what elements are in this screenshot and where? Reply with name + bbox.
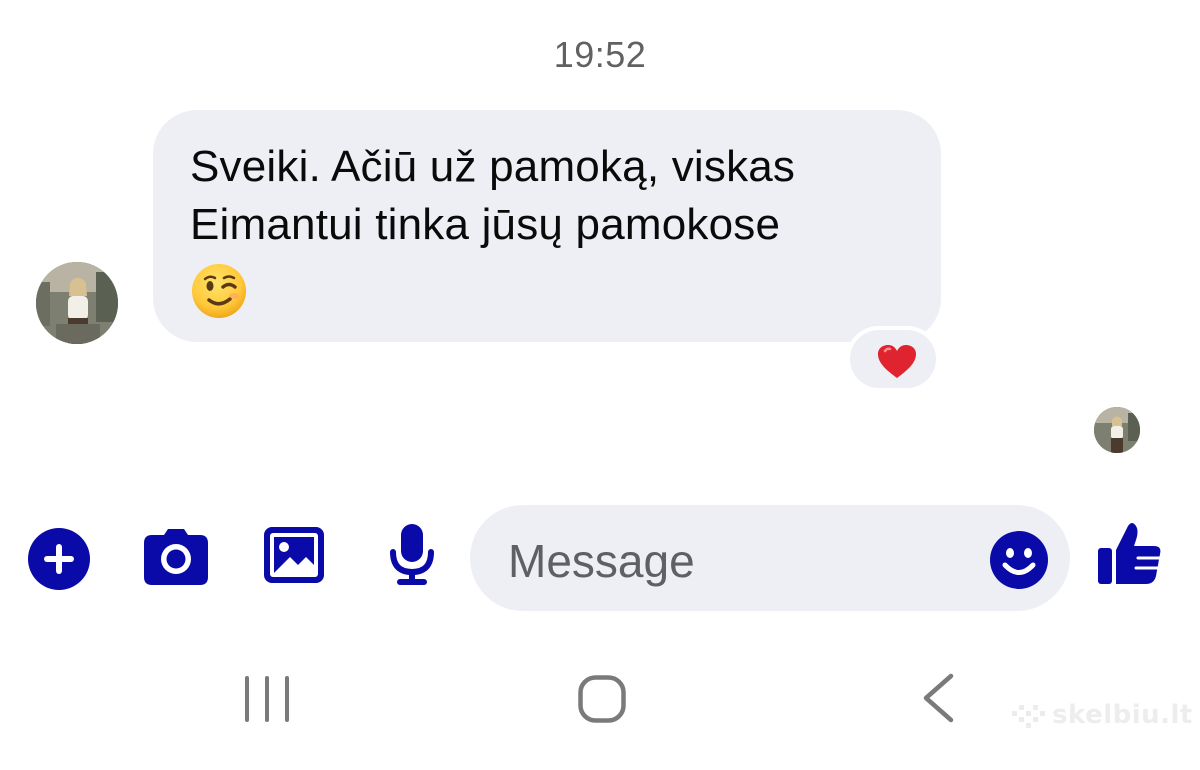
watermark: skelbiu.lt bbox=[1012, 700, 1193, 730]
plus-icon[interactable] bbox=[28, 528, 90, 590]
incoming-message-bubble[interactable]: Sveiki. Ačiū už pamoką, viskas Eimantui … bbox=[153, 110, 941, 342]
recents-icon bbox=[245, 676, 289, 722]
message-text: Sveiki. Ačiū už pamoką, viskas Eimantui … bbox=[190, 142, 796, 249]
home-icon bbox=[578, 675, 626, 723]
camera-icon[interactable] bbox=[144, 529, 208, 585]
gallery-icon[interactable] bbox=[264, 527, 324, 583]
home-button[interactable] bbox=[578, 675, 626, 723]
thumbs-up-icon[interactable] bbox=[1098, 522, 1162, 584]
back-icon bbox=[923, 673, 954, 723]
back-button[interactable] bbox=[921, 673, 955, 723]
message-input[interactable]: Message bbox=[470, 505, 1070, 611]
recents-button[interactable] bbox=[243, 676, 291, 722]
sender-avatar[interactable] bbox=[36, 262, 118, 344]
seen-photo bbox=[1094, 407, 1140, 453]
winking-face-icon bbox=[190, 262, 248, 320]
heart-reaction[interactable] bbox=[846, 326, 940, 392]
emoji-icon[interactable] bbox=[989, 530, 1049, 590]
message-placeholder: Message bbox=[508, 535, 695, 587]
watermark-text: skelbiu.lt bbox=[1052, 700, 1193, 730]
message-timestamp: 19:52 bbox=[553, 34, 647, 75]
microphone-icon[interactable] bbox=[389, 524, 435, 586]
sender-photo bbox=[36, 262, 118, 344]
watermark-logo-icon bbox=[1012, 705, 1045, 728]
red-heart-icon bbox=[878, 345, 916, 378]
seen-indicator-avatar bbox=[1094, 407, 1140, 453]
